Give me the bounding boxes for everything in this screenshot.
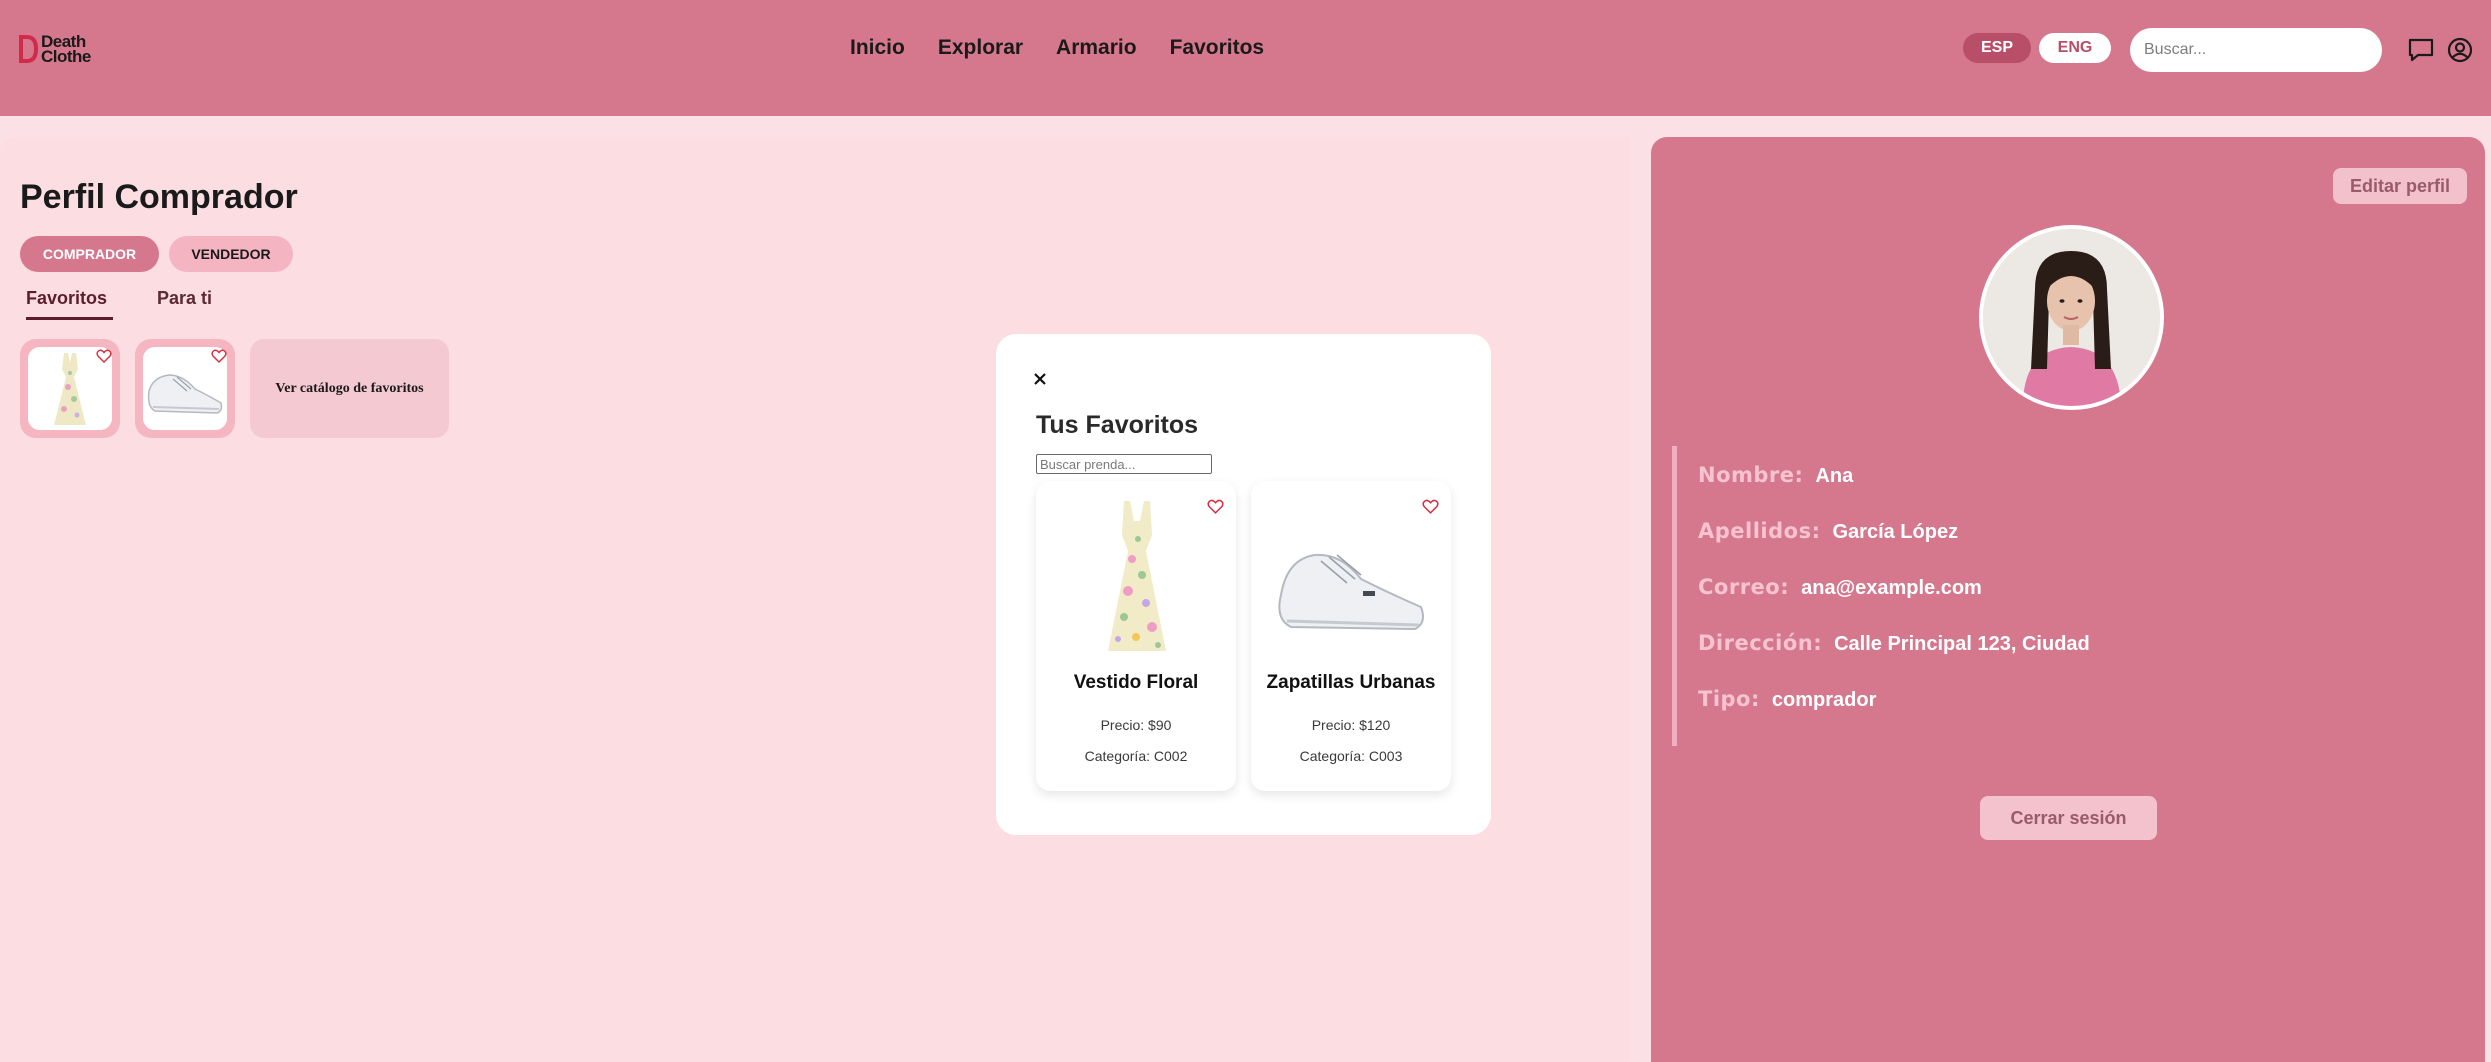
product-image-sneaker [1269, 499, 1433, 653]
logo-d-icon [19, 35, 38, 63]
tab-para-ti[interactable]: Para ti [157, 288, 212, 317]
favorites-modal: Tus Favoritos Vestido Floral Precio: $90… [996, 334, 1491, 835]
info-row-apellidos: Apellidos: García López [1698, 519, 1958, 544]
heart-outline-icon[interactable] [96, 349, 112, 363]
nav-favoritos[interactable]: Favoritos [1170, 36, 1265, 60]
main-nav: Inicio Explorar Armario Favoritos [850, 36, 1297, 60]
product-card[interactable]: Zapatillas Urbanas Precio: $120 Categorí… [1251, 481, 1451, 791]
favorite-thumb-dress[interactable] [20, 339, 120, 438]
lang-eng-button[interactable]: ENG [2039, 33, 2111, 63]
page-title: Perfil Comprador [20, 178, 298, 216]
product-category: Categoría: C002 [1084, 748, 1188, 764]
nav-explorar[interactable]: Explorar [938, 36, 1023, 60]
info-label: Dirección: [1698, 631, 1823, 655]
nav-inicio[interactable]: Inicio [850, 36, 905, 60]
favorite-thumb-sneaker[interactable] [135, 339, 235, 438]
info-accent-bar [1672, 446, 1677, 746]
info-row-nombre: Nombre: Ana [1698, 463, 1853, 488]
chat-bubble-icon[interactable] [2407, 37, 2435, 63]
info-value: Calle Principal 123, Ciudad [1834, 633, 2090, 655]
brand-name: Death Clothe [41, 33, 91, 66]
info-value: comprador [1771, 689, 1877, 711]
edit-profile-button[interactable]: Editar perfil [2333, 168, 2467, 204]
info-value: Ana [1815, 465, 1854, 487]
product-price: Precio: $90 [1100, 717, 1172, 733]
tab-favoritos[interactable]: Favoritos [26, 288, 114, 320]
info-label: Tipo: [1698, 687, 1760, 711]
product-price: Precio: $120 [1311, 717, 1391, 733]
info-label: Nombre: [1698, 463, 1804, 487]
product-name: Vestido Floral [1073, 672, 1199, 693]
product-category: Categoría: C003 [1299, 748, 1403, 764]
product-image-dress [1054, 499, 1218, 653]
brand-logo[interactable]: Death Clothe [18, 33, 108, 67]
brand-line-2: Clothe [41, 47, 91, 66]
view-favorites-catalog-button[interactable]: Ver catálogo de favoritos [250, 339, 449, 438]
garment-search-input[interactable] [1036, 454, 1212, 474]
info-value: ana@example.com [1801, 577, 1982, 599]
info-label: Apellidos: [1698, 519, 1821, 543]
product-name: Zapatillas Urbanas [1266, 672, 1436, 693]
heart-outline-icon[interactable] [211, 349, 227, 363]
role-buyer-button[interactable]: COMPRADOR [20, 236, 159, 272]
info-value: García López [1832, 521, 1959, 543]
heart-outline-icon[interactable] [1207, 499, 1224, 514]
role-seller-button[interactable]: VENDEDOR [169, 236, 293, 272]
heart-outline-icon[interactable] [1422, 499, 1439, 514]
close-icon[interactable] [1033, 372, 1047, 386]
info-label: Correo: [1698, 575, 1790, 599]
search-input[interactable] [2130, 28, 2382, 72]
language-switch: ESP ENG [1963, 33, 2111, 63]
info-row-correo: Correo: ana@example.com [1698, 575, 1982, 600]
info-row-tipo: Tipo: comprador [1698, 687, 1876, 712]
modal-title: Tus Favoritos [1036, 411, 1199, 439]
logout-button[interactable]: Cerrar sesión [1980, 796, 2157, 840]
user-circle-icon[interactable] [2447, 37, 2473, 63]
avatar [1979, 225, 2164, 410]
top-header: Death Clothe Inicio Explorar Armario Fav… [0, 0, 2491, 116]
product-card[interactable]: Vestido Floral Precio: $90 Categoría: C0… [1036, 481, 1236, 791]
info-row-direccion: Dirección: Calle Principal 123, Ciudad [1698, 631, 2090, 656]
lang-esp-button[interactable]: ESP [1963, 33, 2031, 63]
nav-armario[interactable]: Armario [1056, 36, 1137, 60]
